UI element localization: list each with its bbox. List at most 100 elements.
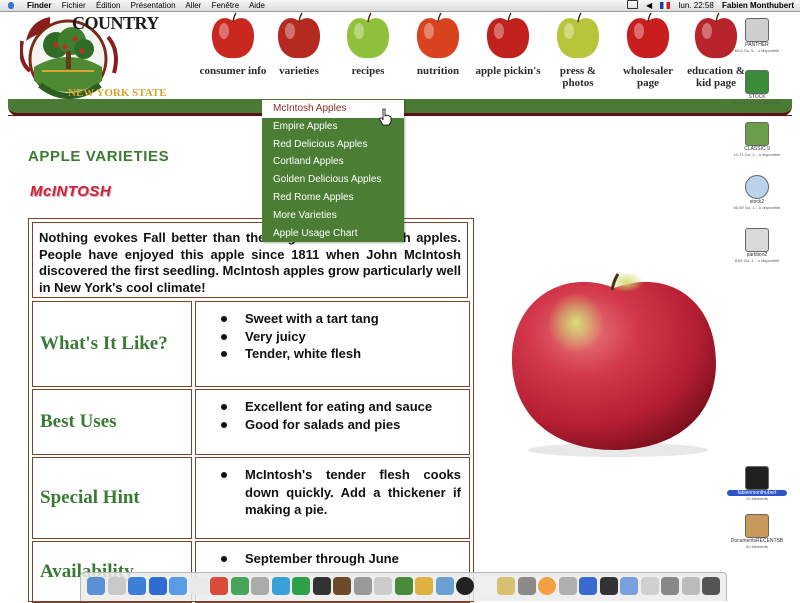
menu-fenetre[interactable]: Fenêtre	[212, 1, 240, 10]
dock-app-icon[interactable]	[497, 577, 515, 595]
variety-info-table: Nothing evokes Fall better than the frag…	[28, 218, 474, 603]
nav-item-5[interactable]: press & photos	[543, 11, 613, 89]
dock-app-icon[interactable]	[579, 577, 597, 595]
dock-app-icon[interactable]	[620, 577, 638, 595]
dock-app-icon[interactable]	[292, 577, 310, 595]
menu-presentation[interactable]: Présentation	[131, 1, 176, 10]
dock-app-icon[interactable]	[148, 577, 167, 595]
nav-item-7[interactable]: education & kid page	[681, 11, 751, 89]
desktop-icon-info: 50 éléments	[746, 544, 768, 549]
bullet-item: September through June	[208, 550, 461, 568]
dock-app-icon[interactable]	[661, 577, 679, 595]
dock-app-icon[interactable]	[169, 577, 187, 595]
desktop-icon-item[interactable]: CLASSIC 9 11,71 Go, 1... o disponible	[727, 122, 787, 157]
desktop-icon-info: 10 éléments	[746, 496, 768, 501]
logo-state-text: NEW YORK STATE	[68, 87, 167, 99]
dock-app-icon[interactable]	[517, 577, 536, 595]
bullet-item: Excellent for eating and sauce	[208, 398, 461, 416]
volume-icon[interactable]: ◀	[646, 0, 652, 11]
desktop-icon-item[interactable]: fabienmonthubert 10 éléments	[727, 466, 787, 501]
nav-item-6[interactable]: wholesaler page	[613, 11, 683, 89]
menu-bar: Finder Fichier Édition Présentation Alle…	[0, 0, 800, 12]
dock-app-icon[interactable]	[394, 577, 413, 595]
dropdown-item[interactable]: Cortland Apples	[262, 153, 404, 171]
dropdown-item[interactable]: More Varieties	[262, 207, 404, 225]
keyboard-flag-icon[interactable]	[660, 2, 671, 9]
dropdown-item[interactable]: Golden Delicious Apples	[262, 171, 404, 189]
dock-app-icon[interactable]	[599, 577, 618, 595]
menu-fichier[interactable]: Fichier	[62, 1, 86, 10]
desktop-icon-item[interactable]: partition2 8,69 Go, 1... o disponible	[727, 228, 787, 263]
desktop-icon-info: 8,69 Go, 1... o disponible	[734, 258, 780, 263]
dock-app-icon[interactable]	[107, 577, 126, 595]
dock-app-icon[interactable]	[312, 577, 331, 595]
logo-country-text: COUNTRY	[72, 13, 159, 33]
dock-app-icon[interactable]	[374, 577, 392, 595]
hand-pointer-cursor-icon	[379, 108, 392, 126]
menu-finder[interactable]: Finder	[27, 1, 51, 10]
user-name[interactable]: Fabien Monthubert	[722, 1, 794, 10]
nav-item-3[interactable]: nutrition	[403, 11, 473, 77]
nav-label: education & kid page	[687, 65, 745, 89]
dock-app-icon[interactable]	[702, 577, 720, 595]
desktop-icon-info: 60,69 Go, 1... o disponible	[733, 205, 781, 210]
dropdown-item[interactable]: Red Rome Apples	[262, 189, 404, 207]
menu-extras: ◀ lun. 22:58 Fabien Monthubert	[621, 0, 794, 11]
dock-app-icon[interactable]	[435, 577, 454, 595]
dock-app-icon[interactable]	[353, 577, 372, 595]
nav-item-0[interactable]: consumer info	[198, 11, 268, 77]
apple-menu-icon[interactable]	[8, 0, 15, 11]
bullet-item: McIntosh's tender flesh cooks down quick…	[208, 466, 461, 519]
dock-app-icon[interactable]	[476, 577, 495, 595]
nav-apple-icon	[486, 12, 530, 59]
dropdown-item[interactable]: Apple Usage Chart	[262, 225, 404, 243]
nav-apple-icon	[346, 12, 390, 59]
disk-icon	[745, 175, 769, 199]
clock[interactable]: lun. 22:58	[679, 1, 714, 10]
mcintosh-apple-image	[511, 272, 716, 457]
dock-app-icon[interactable]	[189, 577, 208, 595]
site-logo[interactable]: COUNTRY NEW YORK STATE	[19, 11, 176, 105]
dock-app-icon[interactable]	[640, 577, 659, 595]
dock-app-icon[interactable]	[456, 577, 474, 595]
dock-app-icon[interactable]	[558, 577, 577, 595]
dropdown-item[interactable]: Red Delicious Apples	[262, 136, 404, 154]
dock-app-icon[interactable]	[415, 577, 433, 595]
dock-app-icon[interactable]	[333, 577, 351, 595]
display-icon[interactable]	[626, 0, 638, 9]
nav-apple-icon	[416, 12, 460, 59]
nav-apple-icon	[556, 12, 600, 59]
dock-app-icon[interactable]	[128, 577, 146, 595]
row-content: McIntosh's tender flesh cooks down quick…	[195, 457, 470, 539]
menu-aide[interactable]: Aide	[249, 1, 265, 10]
dock-app-icon[interactable]	[271, 577, 290, 595]
table-row: Special Hint McIntosh's tender flesh cook…	[32, 457, 470, 539]
row-label: Best Uses	[32, 389, 192, 455]
nav-label: recipes	[351, 65, 385, 77]
section-title: APPLE VARIETIES	[28, 148, 170, 165]
dock-app-icon[interactable]	[87, 577, 105, 595]
bullet-list: Sweet with a tart tang Very juicy Tender, …	[208, 310, 461, 363]
dock-app-icon[interactable]	[210, 577, 228, 595]
nav-label: press & photos	[559, 65, 597, 89]
row-label: What's It Like?	[32, 301, 192, 387]
dock-app-icon[interactable]	[251, 577, 269, 595]
nav-item-2[interactable]: recipes	[333, 11, 403, 77]
menu-aller[interactable]: Aller	[185, 1, 201, 10]
bullet-item: Good for salads and pies	[208, 416, 461, 434]
variety-title: McINTOSH	[30, 183, 112, 200]
desktop-icon-item[interactable]: stock2 60,69 Go, 1... o disponible	[727, 175, 787, 210]
bullet-list: Excellent for eating and sauce Good for s…	[208, 398, 461, 433]
bullet-item: Very juicy	[208, 328, 461, 346]
dock-app-icon[interactable]	[230, 577, 249, 595]
desktop-icon-info: 61,6 Go, 1,3 Go disponible	[733, 100, 781, 105]
desktop-icon-item[interactable]: DocumentsRECENTSB 50 éléments	[727, 514, 787, 549]
nav-apple-icon	[694, 12, 738, 59]
dock-app-icon[interactable]	[681, 577, 700, 595]
disk-icon	[745, 228, 769, 252]
dock-app-icon[interactable]	[538, 577, 556, 595]
nav-item-1[interactable]: varieties	[264, 11, 334, 77]
row-content: Sweet with a tart tang Very juicy Tender, …	[195, 301, 470, 387]
nav-item-4[interactable]: apple pickin's	[473, 11, 543, 77]
menu-edition[interactable]: Édition	[96, 1, 120, 10]
